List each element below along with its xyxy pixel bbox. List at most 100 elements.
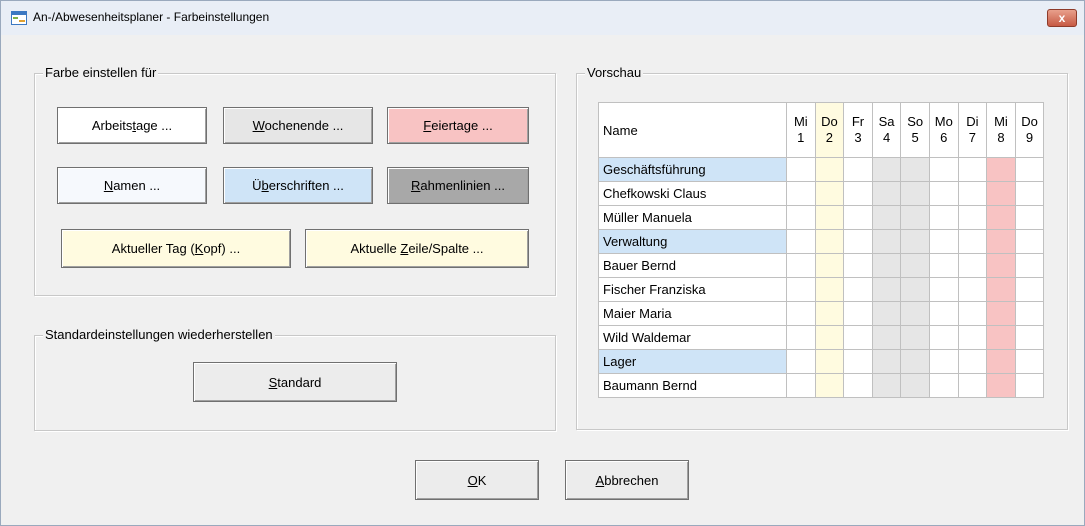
day-cell bbox=[814, 205, 845, 230]
group-name-cell: Geschäftsführung bbox=[598, 157, 787, 182]
person-name-cell: Fischer Franziska bbox=[598, 277, 787, 302]
day-cell bbox=[928, 349, 959, 374]
preview-row: Bauer Bernd bbox=[598, 253, 1045, 278]
day-cell bbox=[986, 349, 1016, 374]
day-cell bbox=[786, 277, 816, 302]
day-cell bbox=[871, 277, 902, 302]
names-color-label: Namen ... bbox=[103, 178, 161, 193]
day-cell bbox=[786, 229, 816, 254]
day-cell bbox=[871, 373, 902, 398]
dialog-window: An-/Abwesenheitsplaner - Farbeinstellung… bbox=[0, 0, 1085, 526]
defaults-legend: Standardeinstellungen wiederherstellen bbox=[43, 327, 275, 342]
preview-legend: Vorschau bbox=[585, 65, 644, 80]
day-weekday-label: Do bbox=[1021, 114, 1038, 129]
holidays-color-button[interactable]: Feiertage ... bbox=[387, 107, 529, 144]
close-button[interactable]: x bbox=[1047, 9, 1077, 27]
day-cell bbox=[986, 325, 1016, 350]
day-weekday-label: Mi bbox=[793, 114, 808, 129]
day-number-label: 3 bbox=[854, 130, 862, 145]
day-cell bbox=[900, 157, 930, 182]
ok-button[interactable]: OK bbox=[415, 460, 539, 500]
person-name-cell: Wild Waldemar bbox=[598, 325, 787, 350]
preview-row: Wild Waldemar bbox=[598, 325, 1045, 350]
day-cell bbox=[900, 277, 930, 302]
day-cell bbox=[814, 181, 845, 206]
day-cell bbox=[957, 253, 988, 278]
day-cell bbox=[1014, 229, 1045, 254]
day-cell bbox=[900, 229, 930, 254]
preview-row: Fischer Franziska bbox=[598, 277, 1045, 302]
day-cell bbox=[900, 205, 930, 230]
day-cell bbox=[814, 325, 845, 350]
day-cell bbox=[986, 205, 1016, 230]
title-bar: An-/Abwesenheitsplaner - Farbeinstellung… bbox=[1, 1, 1084, 35]
name-column-header: Name bbox=[598, 102, 787, 158]
group-name-cell: Lager bbox=[598, 349, 787, 374]
day-cell bbox=[843, 349, 873, 374]
day-cell bbox=[928, 205, 959, 230]
standard-button-label: Standard bbox=[268, 374, 322, 390]
day-column-header: Mo 6 bbox=[928, 102, 959, 158]
person-name-cell: Bauer Bernd bbox=[598, 253, 787, 278]
current-row-color-label: Aktuelle Zeile/Spalte ... bbox=[350, 241, 484, 256]
day-cell bbox=[871, 229, 902, 254]
day-cell bbox=[814, 301, 845, 326]
day-cell bbox=[986, 229, 1016, 254]
day-cell bbox=[843, 229, 873, 254]
day-cell bbox=[957, 277, 988, 302]
workdays-color-button[interactable]: Arbeitstage ... bbox=[57, 107, 207, 144]
day-number-label: 9 bbox=[1025, 130, 1034, 145]
day-cell bbox=[786, 325, 816, 350]
day-cell bbox=[928, 181, 959, 206]
day-cell bbox=[786, 253, 816, 278]
preview-row: Baumann Bernd bbox=[598, 373, 1045, 398]
day-cell bbox=[843, 157, 873, 182]
today-head-color-button[interactable]: Aktueller Tag (Kopf) ... bbox=[61, 229, 291, 268]
day-cell bbox=[814, 373, 845, 398]
preview-row: Maier Maria bbox=[598, 301, 1045, 326]
day-cell bbox=[986, 157, 1016, 182]
window-title: An-/Abwesenheitsplaner - Farbeinstellung… bbox=[33, 10, 270, 24]
day-cell bbox=[843, 277, 873, 302]
preview-row: Geschäftsführung bbox=[598, 157, 1045, 182]
standard-button[interactable]: Standard bbox=[193, 362, 397, 402]
day-cell bbox=[928, 229, 959, 254]
preview-header-row: Name Mi 1 Do 2 Fr 3 Sa 4 So 5 Mo 6 Di 7 Mi 8 Do 9 bbox=[598, 102, 1045, 158]
cancel-button-label: Abbrechen bbox=[595, 472, 659, 488]
today-head-color-label: Aktueller Tag (Kopf) ... bbox=[111, 241, 241, 256]
day-cell bbox=[957, 205, 988, 230]
names-color-button[interactable]: Namen ... bbox=[57, 167, 207, 204]
day-cell bbox=[957, 373, 988, 398]
day-cell bbox=[786, 205, 816, 230]
weekend-color-button[interactable]: Wochenende ... bbox=[223, 107, 373, 144]
day-cell bbox=[900, 253, 930, 278]
color-settings-legend: Farbe einstellen für bbox=[43, 65, 159, 80]
headings-color-button[interactable]: Überschriften ... bbox=[223, 167, 373, 204]
day-number-label: 2 bbox=[825, 130, 833, 145]
day-cell bbox=[957, 181, 988, 206]
current-row-color-button[interactable]: Aktuelle Zeile/Spalte ... bbox=[305, 229, 529, 268]
day-cell bbox=[986, 301, 1016, 326]
preview-row: Verwaltung bbox=[598, 229, 1045, 254]
person-name-cell: Chefkowski Claus bbox=[598, 181, 787, 206]
day-column-header: Sa 4 bbox=[871, 102, 902, 158]
day-cell bbox=[871, 301, 902, 326]
day-cell bbox=[928, 301, 959, 326]
day-weekday-label: Mi bbox=[994, 114, 1008, 129]
day-cell bbox=[957, 229, 988, 254]
day-cell bbox=[786, 373, 816, 398]
day-column-header: Mi 1 bbox=[786, 102, 816, 158]
day-cell bbox=[986, 253, 1016, 278]
day-cell bbox=[1014, 253, 1045, 278]
day-cell bbox=[1014, 205, 1045, 230]
day-cell bbox=[843, 373, 873, 398]
day-cell bbox=[957, 325, 988, 350]
person-name-cell: Maier Maria bbox=[598, 301, 787, 326]
frame-lines-color-button[interactable]: Rahmenlinien ... bbox=[387, 167, 529, 204]
day-weekday-label: So bbox=[907, 114, 924, 129]
day-cell bbox=[986, 181, 1016, 206]
day-weekday-label: Fr bbox=[851, 114, 865, 129]
day-cell bbox=[814, 253, 845, 278]
day-cell bbox=[900, 325, 930, 350]
cancel-button[interactable]: Abbrechen bbox=[565, 460, 689, 500]
